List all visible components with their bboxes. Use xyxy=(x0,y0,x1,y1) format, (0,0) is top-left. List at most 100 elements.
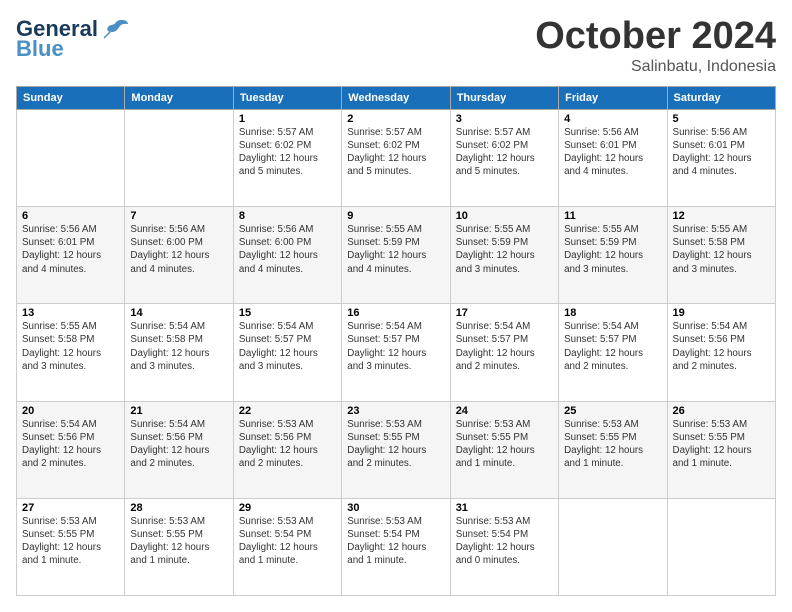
calendar-weekday-saturday: Saturday xyxy=(667,86,775,109)
calendar-day-cell: 10Sunrise: 5:55 AM Sunset: 5:59 PM Dayli… xyxy=(450,207,558,304)
day-number: 31 xyxy=(456,502,553,514)
calendar-day-cell: 7Sunrise: 5:56 AM Sunset: 6:00 PM Daylig… xyxy=(125,207,233,304)
header: General Blue October 2024 Salinbatu, Ind… xyxy=(16,16,776,76)
calendar-day-cell: 22Sunrise: 5:53 AM Sunset: 5:56 PM Dayli… xyxy=(233,401,341,498)
calendar-day-cell: 14Sunrise: 5:54 AM Sunset: 5:58 PM Dayli… xyxy=(125,304,233,401)
day-info: Sunrise: 5:53 AM Sunset: 5:56 PM Dayligh… xyxy=(239,418,336,471)
day-info: Sunrise: 5:53 AM Sunset: 5:55 PM Dayligh… xyxy=(456,418,553,471)
calendar-empty-cell xyxy=(17,109,125,206)
day-info: Sunrise: 5:53 AM Sunset: 5:55 PM Dayligh… xyxy=(564,418,661,471)
calendar-day-cell: 24Sunrise: 5:53 AM Sunset: 5:55 PM Dayli… xyxy=(450,401,558,498)
calendar-day-cell: 2Sunrise: 5:57 AM Sunset: 6:02 PM Daylig… xyxy=(342,109,450,206)
day-number: 20 xyxy=(22,405,119,417)
calendar-day-cell: 3Sunrise: 5:57 AM Sunset: 6:02 PM Daylig… xyxy=(450,109,558,206)
day-number: 30 xyxy=(347,502,444,514)
calendar-table: SundayMondayTuesdayWednesdayThursdayFrid… xyxy=(16,86,776,596)
day-number: 4 xyxy=(564,113,661,125)
day-info: Sunrise: 5:56 AM Sunset: 6:01 PM Dayligh… xyxy=(564,126,661,179)
day-info: Sunrise: 5:54 AM Sunset: 5:57 PM Dayligh… xyxy=(564,320,661,373)
calendar-day-cell: 1Sunrise: 5:57 AM Sunset: 6:02 PM Daylig… xyxy=(233,109,341,206)
logo: General Blue xyxy=(16,16,130,62)
calendar-day-cell: 31Sunrise: 5:53 AM Sunset: 5:54 PM Dayli… xyxy=(450,498,558,595)
day-number: 18 xyxy=(564,307,661,319)
day-info: Sunrise: 5:55 AM Sunset: 5:59 PM Dayligh… xyxy=(347,223,444,276)
day-number: 27 xyxy=(22,502,119,514)
day-number: 19 xyxy=(673,307,770,319)
calendar-day-cell: 30Sunrise: 5:53 AM Sunset: 5:54 PM Dayli… xyxy=(342,498,450,595)
calendar-day-cell: 13Sunrise: 5:55 AM Sunset: 5:58 PM Dayli… xyxy=(17,304,125,401)
calendar-day-cell: 11Sunrise: 5:55 AM Sunset: 5:59 PM Dayli… xyxy=(559,207,667,304)
day-info: Sunrise: 5:53 AM Sunset: 5:54 PM Dayligh… xyxy=(239,515,336,568)
calendar-day-cell: 9Sunrise: 5:55 AM Sunset: 5:59 PM Daylig… xyxy=(342,207,450,304)
calendar-week-row: 27 Sunrise: 5:53 AM Sunset: 5:55 PM Dayli… xyxy=(17,498,776,595)
day-number: 26 xyxy=(673,405,770,417)
day-info: Sunrise: 5:53 AM Sunset: 5:55 PM Dayligh… xyxy=(347,418,444,471)
calendar-week-row: 6Sunrise: 5:56 AM Sunset: 6:01 PM Daylig… xyxy=(17,207,776,304)
day-number: 25 xyxy=(564,405,661,417)
day-number: 23 xyxy=(347,405,444,417)
day-info: Sunrise: 5:56 AM Sunset: 6:01 PM Dayligh… xyxy=(673,126,770,179)
day-number: 1 xyxy=(239,113,336,125)
day-number: 10 xyxy=(456,210,553,222)
calendar-day-cell: 16Sunrise: 5:54 AM Sunset: 5:57 PM Dayli… xyxy=(342,304,450,401)
calendar-day-cell: 4Sunrise: 5:56 AM Sunset: 6:01 PM Daylig… xyxy=(559,109,667,206)
calendar-day-cell: 12Sunrise: 5:55 AM Sunset: 5:58 PM Dayli… xyxy=(667,207,775,304)
day-info: Sunrise: 5:53 AM Sunset: 5:54 PM Dayligh… xyxy=(456,515,553,568)
calendar-weekday-wednesday: Wednesday xyxy=(342,86,450,109)
calendar-day-cell: 15Sunrise: 5:54 AM Sunset: 5:57 PM Dayli… xyxy=(233,304,341,401)
calendar-weekday-friday: Friday xyxy=(559,86,667,109)
calendar-weekday-monday: Monday xyxy=(125,86,233,109)
day-info: Sunrise: 5:55 AM Sunset: 5:58 PM Dayligh… xyxy=(22,320,119,373)
calendar-empty-cell xyxy=(559,498,667,595)
calendar-day-cell: 19Sunrise: 5:54 AM Sunset: 5:56 PM Dayli… xyxy=(667,304,775,401)
calendar-day-cell: 29Sunrise: 5:53 AM Sunset: 5:54 PM Dayli… xyxy=(233,498,341,595)
calendar-weekday-tuesday: Tuesday xyxy=(233,86,341,109)
calendar-day-cell: 6Sunrise: 5:56 AM Sunset: 6:01 PM Daylig… xyxy=(17,207,125,304)
day-number: 5 xyxy=(673,113,770,125)
page: General Blue October 2024 Salinbatu, Ind… xyxy=(0,0,792,612)
day-number: 29 xyxy=(239,502,336,514)
calendar-week-row: 1Sunrise: 5:57 AM Sunset: 6:02 PM Daylig… xyxy=(17,109,776,206)
day-info: Sunrise: 5:54 AM Sunset: 5:56 PM Dayligh… xyxy=(673,320,770,373)
calendar-day-cell: 28Sunrise: 5:53 AM Sunset: 5:55 PM Dayli… xyxy=(125,498,233,595)
day-number: 28 xyxy=(130,502,227,514)
day-info: Sunrise: 5:57 AM Sunset: 6:02 PM Dayligh… xyxy=(239,126,336,179)
day-info: Sunrise: 5:53 AM Sunset: 5:54 PM Dayligh… xyxy=(347,515,444,568)
day-number: 22 xyxy=(239,405,336,417)
calendar-day-cell: 5Sunrise: 5:56 AM Sunset: 6:01 PM Daylig… xyxy=(667,109,775,206)
calendar-week-row: 13Sunrise: 5:55 AM Sunset: 5:58 PM Dayli… xyxy=(17,304,776,401)
calendar-day-cell: 8Sunrise: 5:56 AM Sunset: 6:00 PM Daylig… xyxy=(233,207,341,304)
calendar-day-cell: 25Sunrise: 5:53 AM Sunset: 5:55 PM Dayli… xyxy=(559,401,667,498)
calendar-day-cell: 26Sunrise: 5:53 AM Sunset: 5:55 PM Dayli… xyxy=(667,401,775,498)
day-info: Sunrise: 5:55 AM Sunset: 5:58 PM Dayligh… xyxy=(673,223,770,276)
calendar-empty-cell xyxy=(667,498,775,595)
day-info: Sunrise: 5:54 AM Sunset: 5:57 PM Dayligh… xyxy=(456,320,553,373)
calendar-header-row: SundayMondayTuesdayWednesdayThursdayFrid… xyxy=(17,86,776,109)
day-number: 16 xyxy=(347,307,444,319)
calendar-day-cell: 17Sunrise: 5:54 AM Sunset: 5:57 PM Dayli… xyxy=(450,304,558,401)
logo-blue-text: Blue xyxy=(16,36,64,62)
day-number: 3 xyxy=(456,113,553,125)
day-number: 13 xyxy=(22,307,119,319)
day-number: 8 xyxy=(239,210,336,222)
day-number: 9 xyxy=(347,210,444,222)
calendar-day-cell: 18Sunrise: 5:54 AM Sunset: 5:57 PM Dayli… xyxy=(559,304,667,401)
calendar-day-cell: 20Sunrise: 5:54 AM Sunset: 5:56 PM Dayli… xyxy=(17,401,125,498)
day-number: 6 xyxy=(22,210,119,222)
day-number: 11 xyxy=(564,210,661,222)
day-number: 14 xyxy=(130,307,227,319)
day-info: Sunrise: 5:56 AM Sunset: 6:01 PM Dayligh… xyxy=(22,223,119,276)
day-info: Sunrise: 5:53 AM Sunset: 5:55 PM Dayligh… xyxy=(130,515,227,568)
day-info: Sunrise: 5:53 AM Sunset: 5:55 PM Dayligh… xyxy=(673,418,770,471)
calendar-day-cell: 23Sunrise: 5:53 AM Sunset: 5:55 PM Dayli… xyxy=(342,401,450,498)
day-info: Sunrise: 5:54 AM Sunset: 5:57 PM Dayligh… xyxy=(347,320,444,373)
title-block: October 2024 Salinbatu, Indonesia xyxy=(535,16,776,76)
calendar-day-cell: 21Sunrise: 5:54 AM Sunset: 5:56 PM Dayli… xyxy=(125,401,233,498)
day-number: 12 xyxy=(673,210,770,222)
day-number: 15 xyxy=(239,307,336,319)
day-info: Sunrise: 5:54 AM Sunset: 5:57 PM Dayligh… xyxy=(239,320,336,373)
location-title: Salinbatu, Indonesia xyxy=(535,58,776,76)
day-info: Sunrise: 5:54 AM Sunset: 5:56 PM Dayligh… xyxy=(22,418,119,471)
day-info: Sunrise: 5:54 AM Sunset: 5:56 PM Dayligh… xyxy=(130,418,227,471)
calendar-weekday-thursday: Thursday xyxy=(450,86,558,109)
